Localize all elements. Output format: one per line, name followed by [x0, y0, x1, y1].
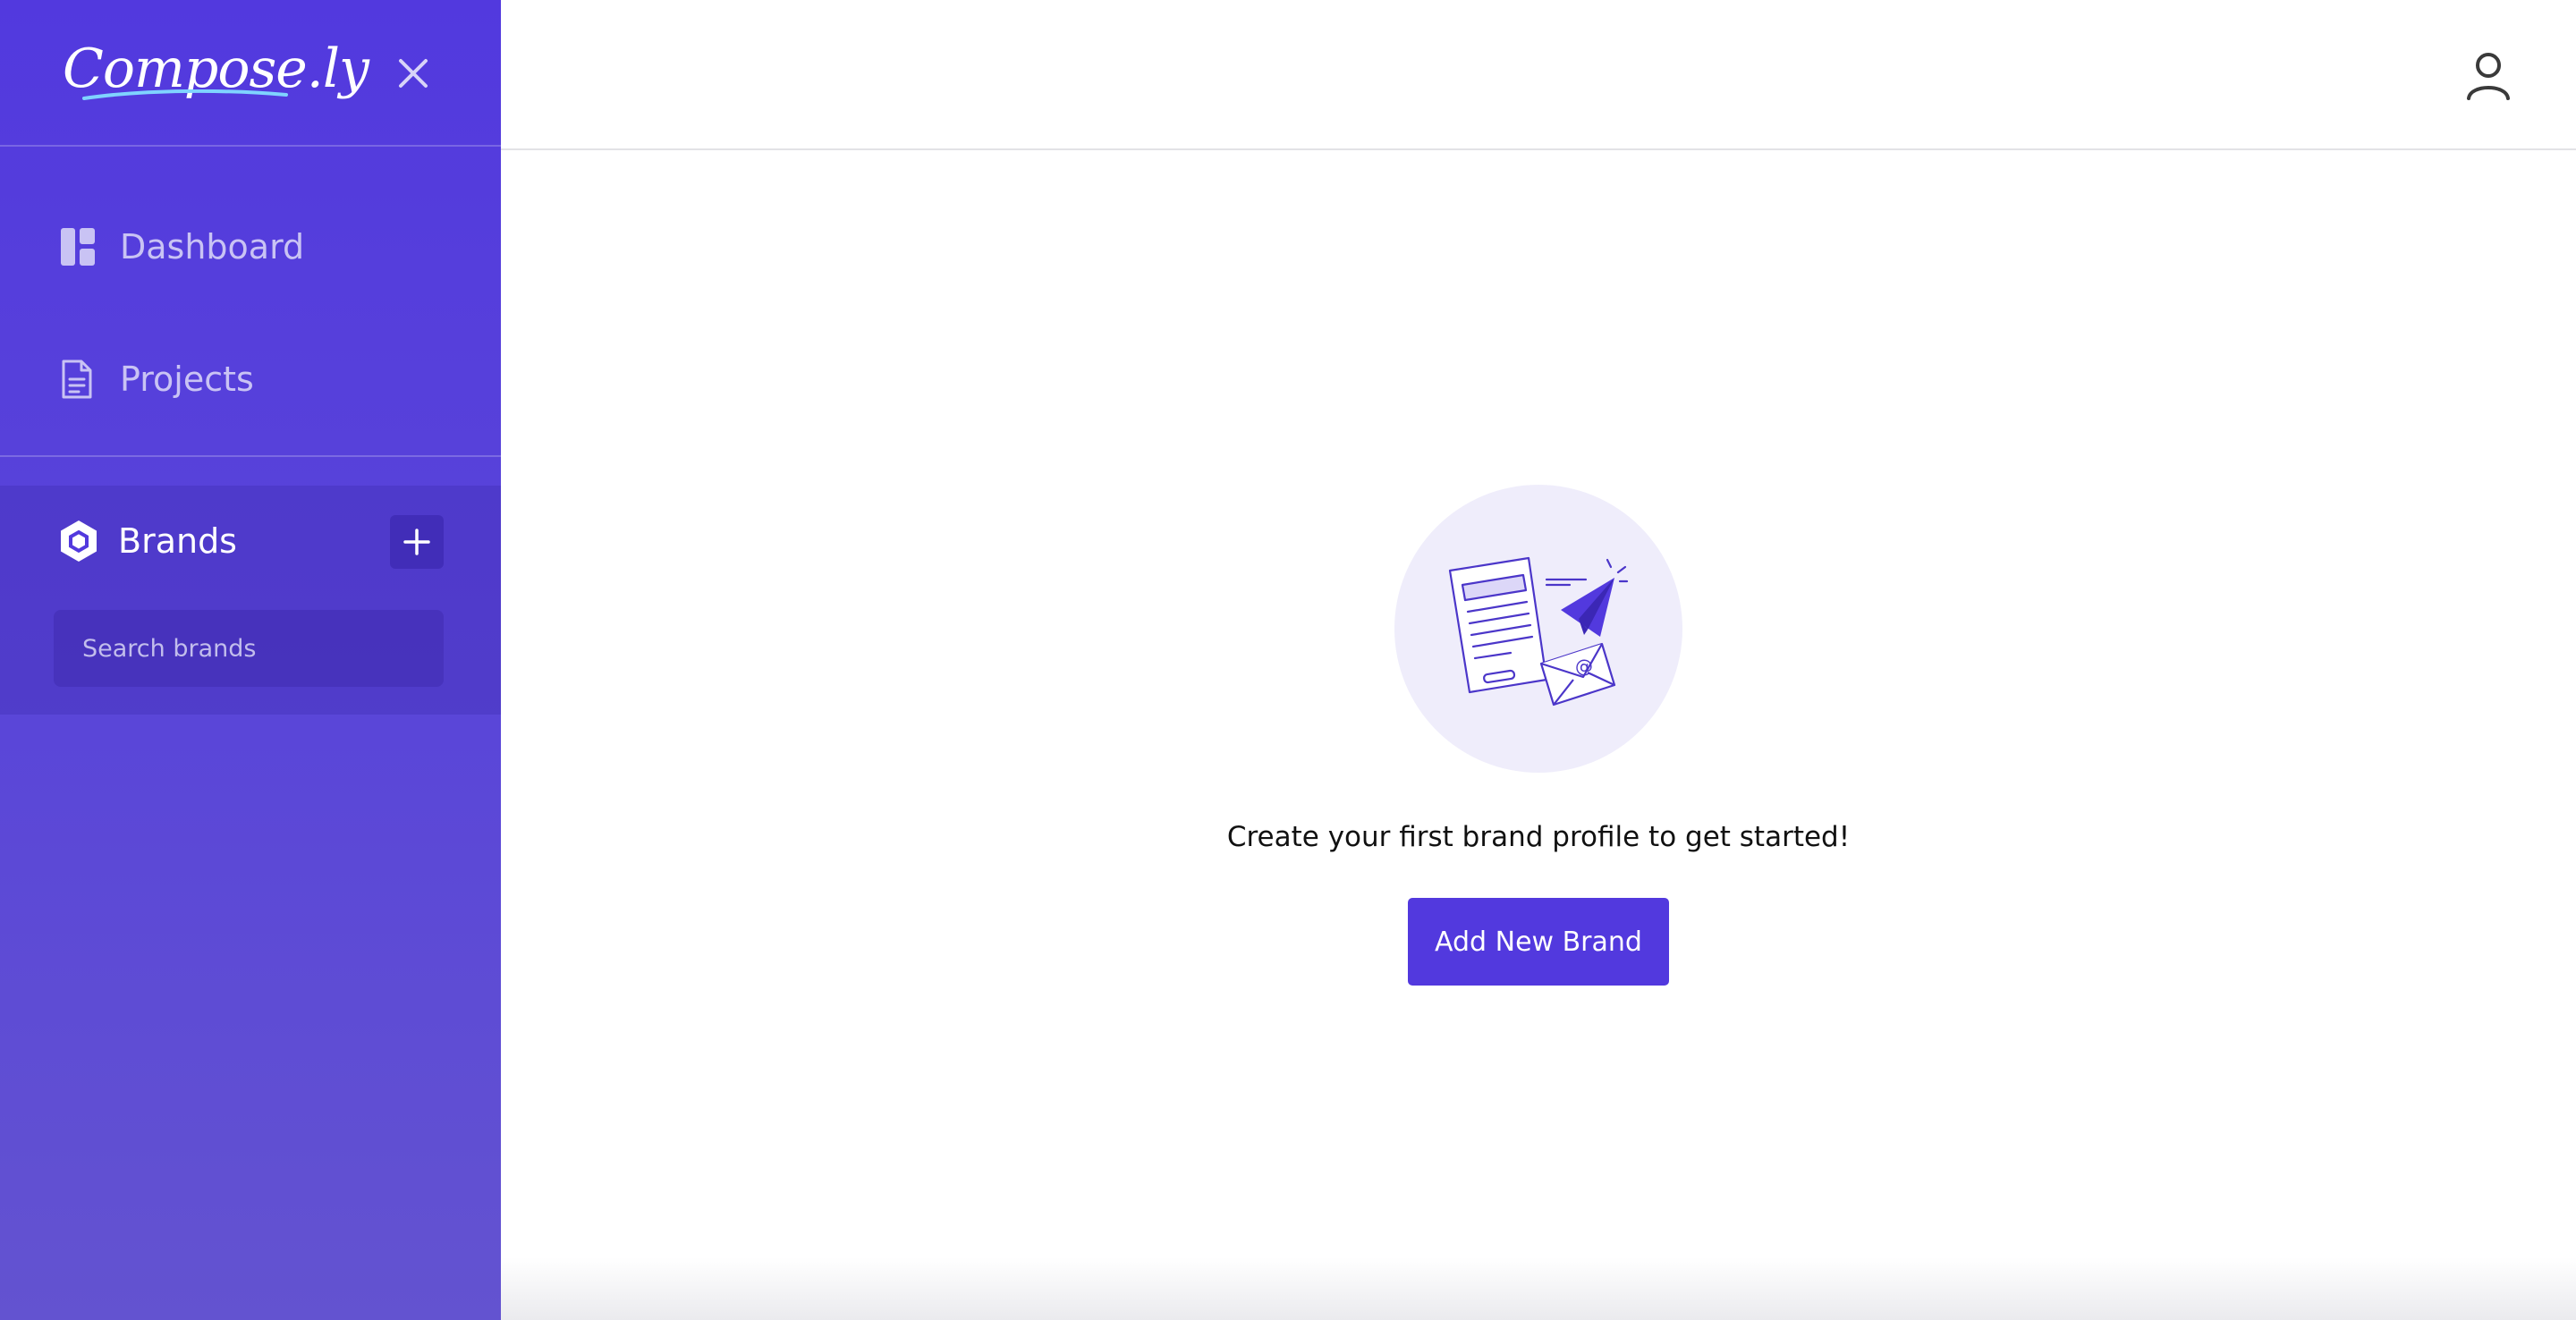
add-brand-icon-button[interactable] [390, 515, 444, 569]
search-brands-input[interactable] [54, 610, 444, 687]
document-icon [61, 360, 95, 399]
close-icon [399, 59, 428, 88]
hexagon-icon [59, 520, 98, 563]
svg-text:@: @ [1575, 656, 1593, 677]
empty-state-illustration: @ [1394, 485, 1682, 773]
app: Compose.ly Dashboard Projects Brands Sea… [0, 0, 2576, 1320]
brands-panel: Brands [0, 486, 501, 715]
sidebar: Compose.ly Dashboard Projects Brands Sea… [0, 0, 501, 1320]
brands-header[interactable]: Brands [59, 520, 237, 563]
user-menu-button[interactable] [2463, 50, 2513, 100]
dashboard-icon [61, 227, 95, 267]
sidebar-nav: Dashboard Projects [0, 147, 501, 457]
add-new-brand-button[interactable]: Add New Brand [1408, 898, 1669, 986]
topbar [501, 0, 2576, 150]
sidebar-item-dashboard[interactable]: Dashboard [61, 220, 304, 274]
main-content: @ Create your first brand profile to get… [501, 0, 2576, 1320]
empty-state: @ Create your first brand profile to get… [501, 485, 2576, 986]
sidebar-item-projects[interactable]: Projects [61, 352, 254, 406]
plus-icon [403, 529, 430, 555]
logo-swoosh [82, 89, 288, 100]
empty-state-message: Create your first brand profile to get s… [1226, 821, 1851, 853]
sidebar-item-label: Dashboard [120, 227, 305, 267]
sidebar-item-label: Projects [120, 360, 254, 399]
user-icon [2467, 53, 2510, 100]
bottom-shade [501, 1257, 2576, 1320]
brands-label: Brands [118, 521, 237, 561]
documents-paper-plane-illustration: @ [1448, 556, 1629, 707]
sidebar-header: Compose.ly [0, 0, 501, 147]
close-sidebar-button[interactable] [394, 54, 433, 93]
